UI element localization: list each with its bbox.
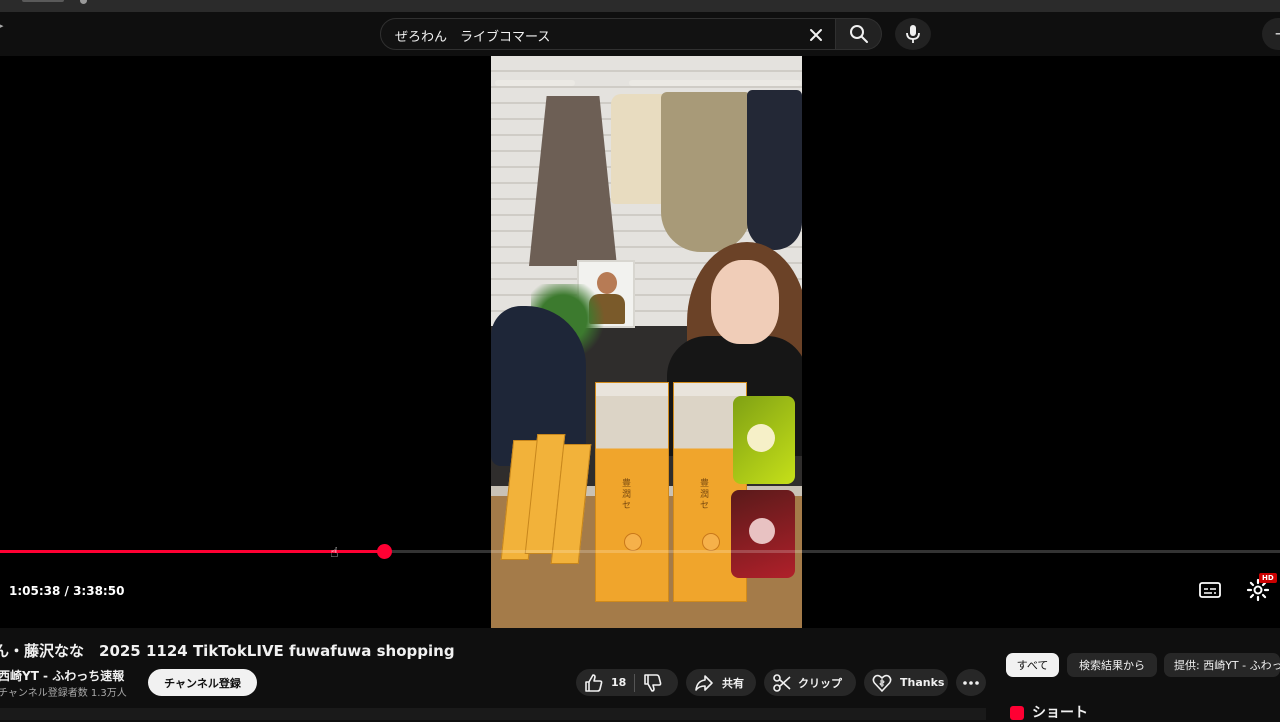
video-player[interactable]: 豊潤セ 豊潤セ ☝ 1:05:38 / 3:38:50 HD <box>0 56 1280 628</box>
search-box[interactable]: ぜろわん ライブコマース <box>380 18 836 50</box>
hanger-rail <box>629 80 801 86</box>
more-icon <box>963 680 979 685</box>
browser-top-strip <box>0 0 1280 12</box>
masthead: ▸ ぜろわん ライブコマース + <box>0 12 1280 56</box>
subscribe-button[interactable]: チャンネル登録 <box>148 669 257 696</box>
clear-search-button[interactable] <box>803 22 829 48</box>
tab-fragment <box>22 0 64 2</box>
mouse-cursor: ☝ <box>330 545 339 561</box>
share-button[interactable]: 共有 <box>686 669 756 696</box>
thumbs-up-icon <box>585 673 603 692</box>
thumbs-down-icon <box>644 673 662 692</box>
search-button[interactable] <box>836 18 882 50</box>
search-icon <box>849 25 868 43</box>
progress-scrubber[interactable] <box>377 544 392 559</box>
pants <box>661 92 751 252</box>
plus-icon: + <box>1274 24 1280 43</box>
like-count: 18 <box>611 676 627 689</box>
subtitles-button[interactable] <box>1198 580 1222 600</box>
chip-from-search[interactable]: 検索結果から <box>1067 653 1157 677</box>
clip-button[interactable]: クリップ <box>764 669 856 696</box>
like-divider <box>634 673 636 692</box>
dislike-button[interactable] <box>643 673 663 693</box>
hd-badge: HD <box>1259 573 1277 583</box>
live-gift-overlay <box>731 490 795 578</box>
scissors-icon <box>773 673 791 692</box>
more-actions-button[interactable] <box>956 669 986 696</box>
video-frame[interactable]: 豊潤セ 豊潤セ <box>491 56 802 628</box>
shorts-heading: ショート <box>1032 705 1088 721</box>
share-icon <box>695 674 713 691</box>
channel-name[interactable]: 西崎YT - ふわっち速報 <box>0 667 124 684</box>
subtitles-icon <box>1199 582 1221 598</box>
host-face <box>711 260 779 344</box>
progress-played <box>0 550 384 553</box>
time-display: 1:05:38 / 3:38:50 <box>9 584 125 598</box>
thanks-icon <box>872 674 892 692</box>
thanks-label: Thanks <box>900 676 945 689</box>
mic-icon <box>906 25 920 43</box>
video-title: ん・藤沢なな 2025 1124 TikTokLIVE fuwafuwa sho… <box>0 642 455 660</box>
close-icon <box>810 29 822 41</box>
like-button[interactable]: 18 <box>576 673 626 693</box>
hanger-rail <box>495 80 575 86</box>
share-label: 共有 <box>722 676 744 690</box>
voice-search-button[interactable] <box>895 18 931 50</box>
like-dislike-group: 18 <box>576 669 678 696</box>
progress-bar[interactable] <box>0 544 1280 559</box>
clip-label: クリップ <box>798 676 842 690</box>
create-button[interactable]: + <box>1262 18 1280 50</box>
dark-jacket <box>747 90 802 250</box>
subscriber-count: チャンネル登録者数 1.3万人 <box>0 688 127 699</box>
shorts-icon <box>1010 706 1024 720</box>
product-carton: 豊潤セ <box>595 382 669 602</box>
chip-from-channel[interactable]: 提供: 西崎YT - ふわっ <box>1164 653 1280 677</box>
thanks-button[interactable]: Thanks <box>864 669 948 696</box>
description-box-edge <box>0 708 986 720</box>
chip-all[interactable]: すべて <box>1006 653 1059 677</box>
live-gift-overlay <box>733 396 795 484</box>
logo-fragment: ▸ <box>0 22 4 30</box>
tab-status-dot <box>80 0 87 4</box>
search-input[interactable]: ぜろわん ライブコマース <box>395 26 550 45</box>
